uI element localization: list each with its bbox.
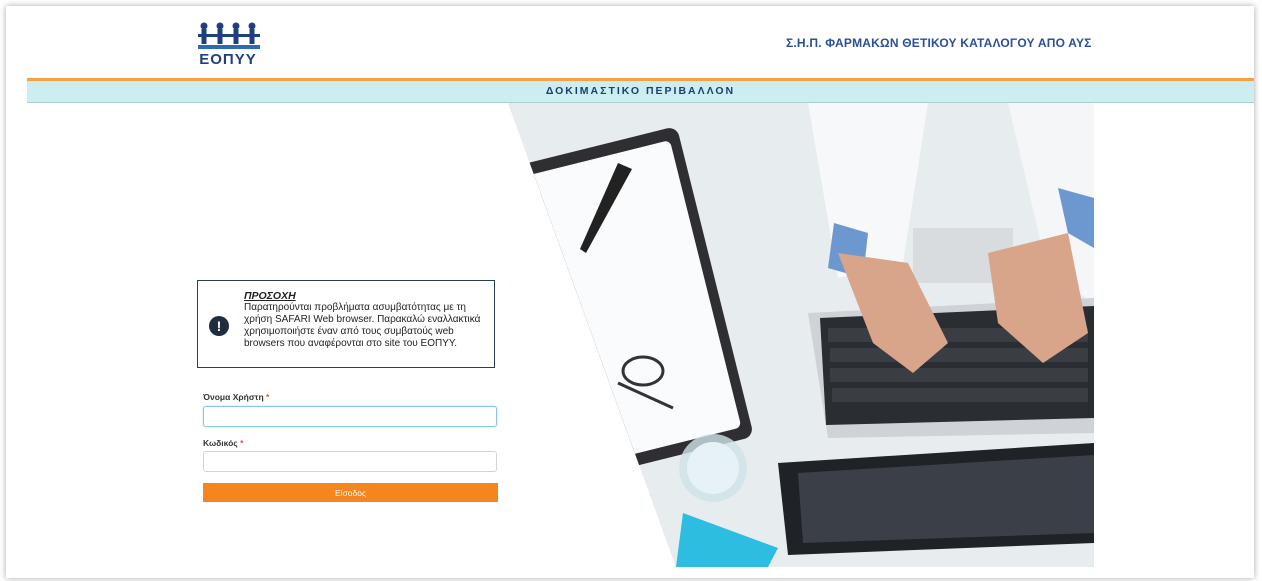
warning-title: ΠΡΟΣΟΧΗ xyxy=(244,290,296,302)
page-frame: ΕΟΠΥΥ Σ.Η.Π. ΦΑΡΜΑΚΩΝ ΘΕΤΙΚΟΥ ΚΑΤΑΛΟΓΟΥ … xyxy=(6,6,1254,578)
username-label: Όνομα Χρήστη * xyxy=(203,392,269,402)
password-label: Κωδικός * xyxy=(203,438,243,448)
header: ΕΟΠΥΥ Σ.Η.Π. ΦΑΡΜΑΚΩΝ ΘΕΤΙΚΟΥ ΚΑΤΑΛΟΓΟΥ … xyxy=(6,6,1254,78)
required-marker: * xyxy=(266,392,270,402)
password-label-text: Κωδικός xyxy=(203,438,238,448)
exclamation-icon: ! xyxy=(209,316,229,336)
hero-image xyxy=(508,103,1094,567)
app-title: Σ.Η.Π. ΦΑΡΜΑΚΩΝ ΘΕΤΙΚΟΥ ΚΑΤΑΛΟΓΟΥ ΑΠΟ ΑΥ… xyxy=(786,36,1092,50)
safari-warning-box: ! ΠΡΟΣΟΧΗ Παρατηρούνται προβλήματα ασυμβ… xyxy=(197,280,495,368)
logo-text: ΕΟΠΥΥ xyxy=(199,51,257,68)
username-label-text: Όνομα Χρήστη xyxy=(203,392,264,402)
username-input[interactable] xyxy=(203,406,497,427)
required-marker: * xyxy=(240,438,244,448)
logo-figures-icon xyxy=(198,22,260,49)
warning-message: Παρατηρούνται προβλήματα ασυμβατότητας μ… xyxy=(244,302,481,349)
login-button[interactable]: Είσοδος xyxy=(203,483,498,502)
password-input[interactable] xyxy=(203,451,497,472)
eopyy-logo[interactable]: ΕΟΠΥΥ xyxy=(194,20,264,70)
environment-banner: ΔΟΚΙΜΑΣΤΙΚΟ ΠΕΡΙΒΑΛΛΟΝ xyxy=(27,81,1254,103)
